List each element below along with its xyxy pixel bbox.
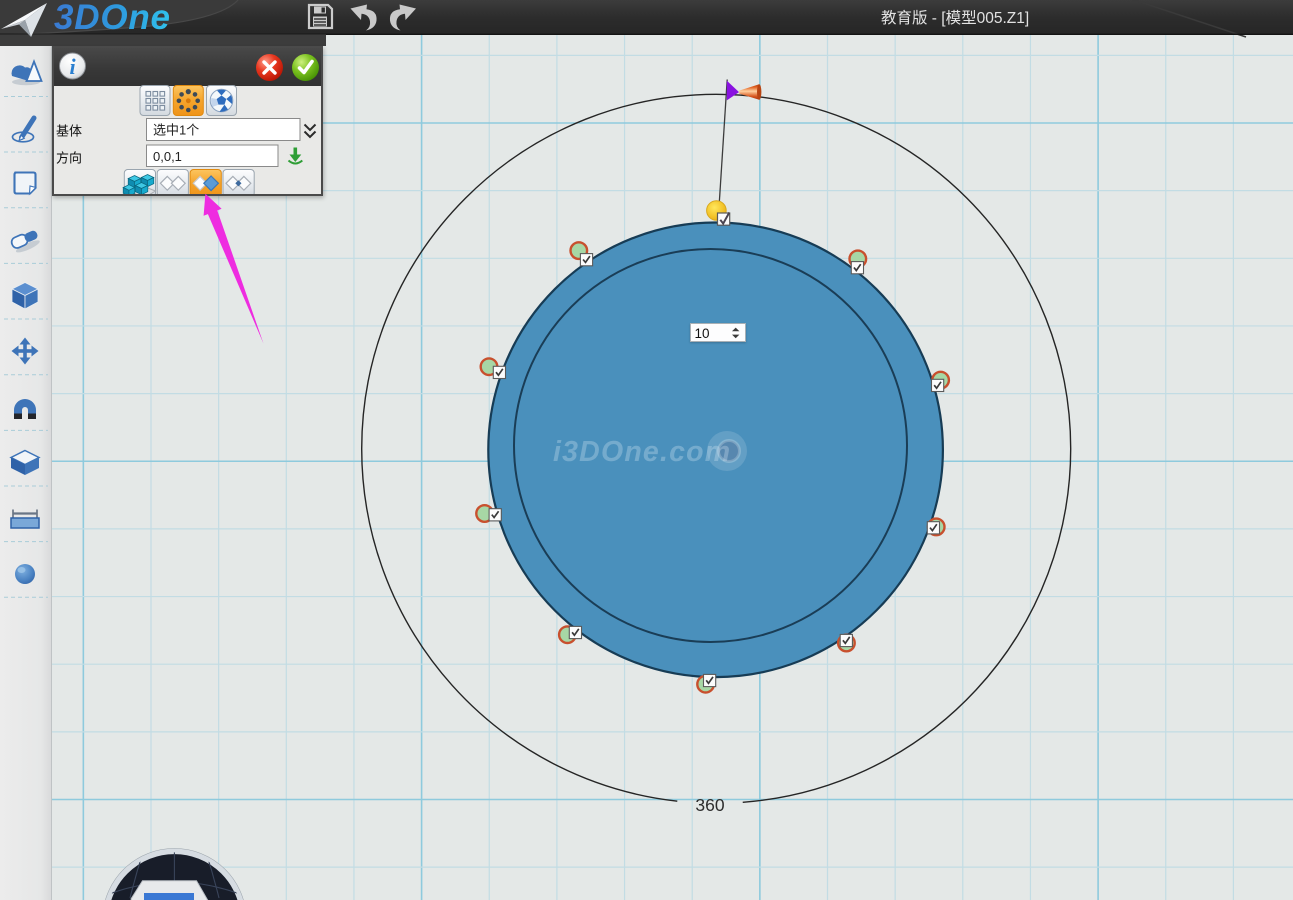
svg-text:i: i — [69, 54, 76, 79]
svg-text:教育版 - [模型005.Z1]: 教育版 - [模型005.Z1] — [881, 9, 1029, 27]
svg-text:基体: 基体 — [56, 124, 82, 139]
svg-text:i3DOne.com: i3DOne.com — [553, 436, 731, 468]
svg-text:3DOne: 3DOne — [54, 0, 171, 37]
svg-text:选中1个: 选中1个 — [153, 123, 199, 138]
svg-text:方向: 方向 — [56, 151, 82, 166]
svg-text:360: 360 — [695, 795, 724, 815]
svg-text:0,0,1: 0,0,1 — [153, 149, 182, 164]
